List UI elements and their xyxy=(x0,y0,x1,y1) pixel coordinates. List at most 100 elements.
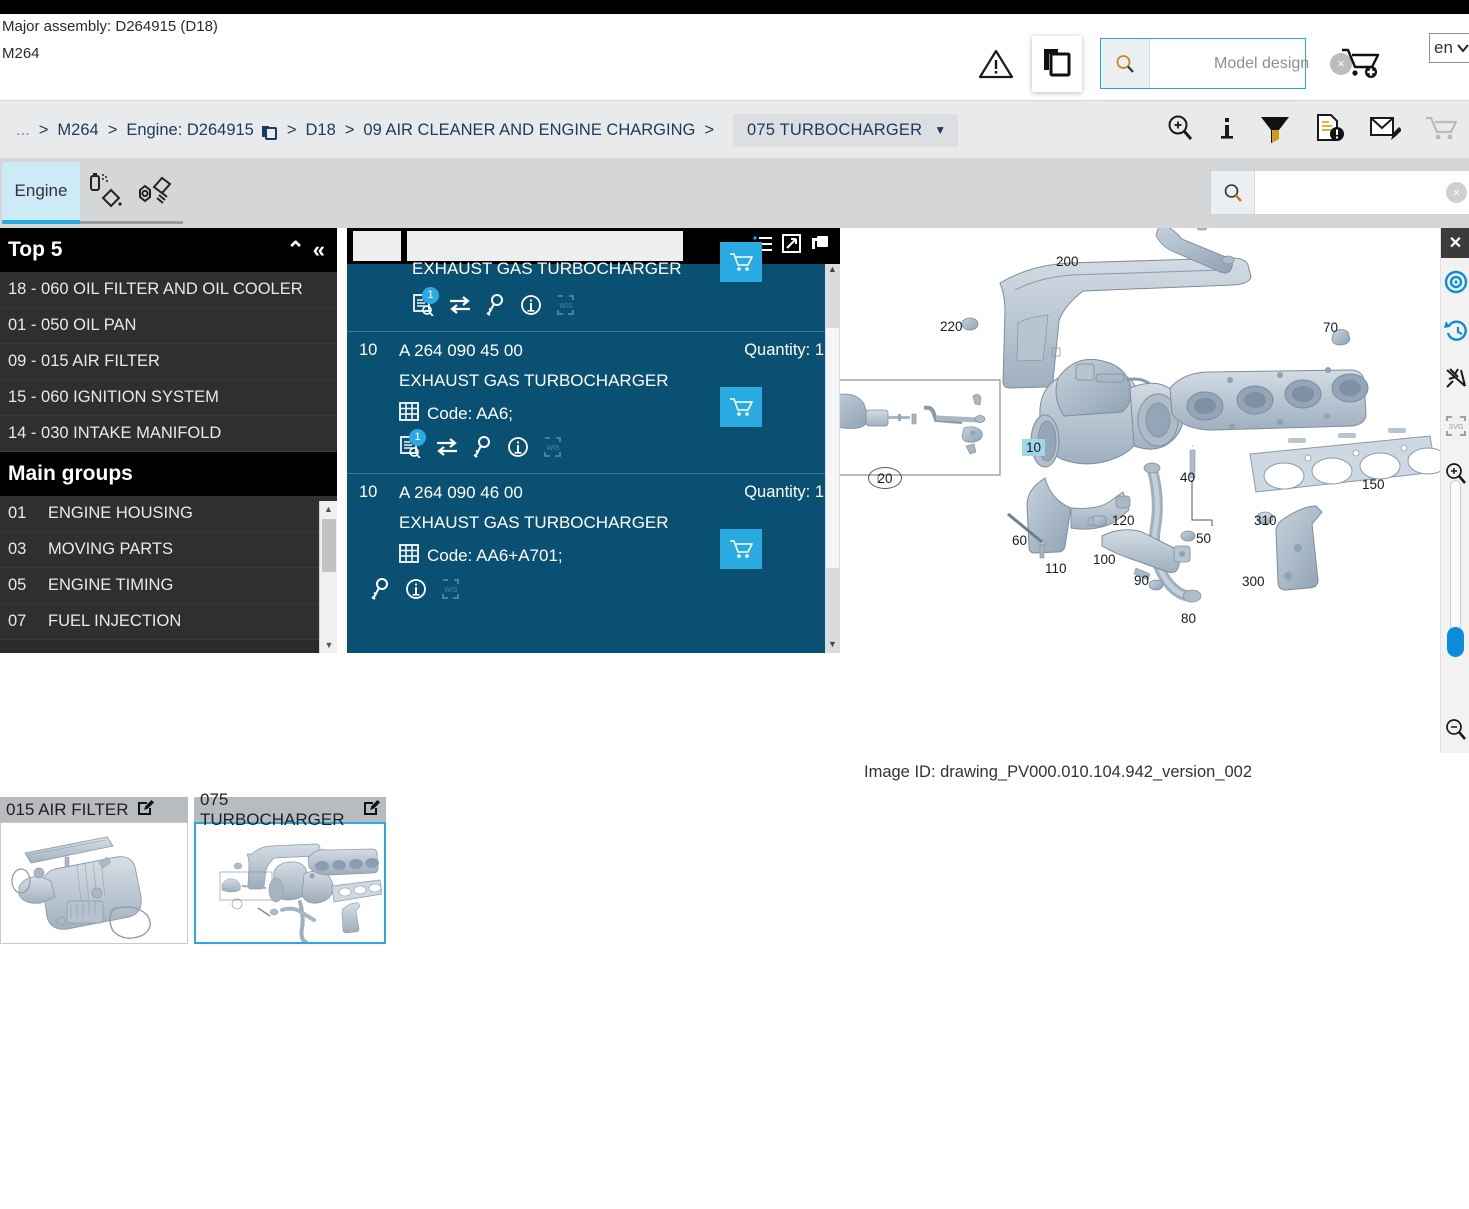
drawing-callout-110[interactable]: 110 xyxy=(1045,561,1067,576)
search-clear-button[interactable]: × xyxy=(1446,182,1467,203)
thumbnail-air-filter[interactable]: 015 AIR FILTER xyxy=(0,797,188,944)
drawing-callout-90[interactable]: 90 xyxy=(1134,573,1149,588)
scroll-up-arrow[interactable]: ▲ xyxy=(320,501,337,517)
target-focus-icon[interactable] xyxy=(1441,258,1469,306)
breadcrumb-item-engine[interactable]: Engine: D264915 xyxy=(126,121,254,140)
search-button[interactable] xyxy=(1211,171,1255,214)
model-search-input-wrap[interactable]: Model design × xyxy=(1150,39,1352,88)
tab-engine[interactable]: Engine xyxy=(2,162,80,224)
zoom-slider-handle[interactable] xyxy=(1447,627,1464,657)
drawing-callout-220[interactable]: 220 xyxy=(940,319,963,334)
history-undo-icon[interactable] xyxy=(1441,306,1469,354)
drawing-callout-120[interactable]: 120 xyxy=(1112,513,1135,528)
drawing-inset-callout-20[interactable]: 20 xyxy=(868,467,902,489)
key-search-icon[interactable] xyxy=(486,294,506,321)
zoom-slider[interactable] xyxy=(1447,480,1464,657)
sidebar-item-top5-0[interactable]: 18 - 060 OIL FILTER AND OIL COOLER xyxy=(0,272,337,308)
wis-document-icon[interactable]: WIS xyxy=(556,294,576,321)
scroll-thumb[interactable] xyxy=(826,328,839,568)
language-selector[interactable]: en xyxy=(1429,33,1469,63)
table-row[interactable]: 10 A 264 090 45 00 Quantity: 1 EXHAUST G… xyxy=(347,331,840,473)
drawing-callout-50[interactable]: 50 xyxy=(1196,531,1211,546)
paint-spray-icon[interactable] xyxy=(86,172,128,212)
svg-export-icon[interactable]: SVG xyxy=(1441,402,1469,450)
swap-arrows-icon[interactable] xyxy=(448,295,472,320)
parts-search-field[interactable]: × xyxy=(1210,170,1469,215)
technical-drawing[interactable]: 200 220 70 10 40 150 310 120 60 50 100 1… xyxy=(840,228,1469,653)
add-to-cart-button[interactable] xyxy=(720,387,762,427)
drawing-callout-200[interactable]: 200 xyxy=(1056,254,1079,269)
sidebar-item-top5-2[interactable]: 09 - 015 AIR FILTER xyxy=(0,344,337,380)
breadcrumb-item-d18[interactable]: D18 xyxy=(306,121,336,140)
drawing-callout-150[interactable]: 150 xyxy=(1362,477,1385,492)
bolt-nut-icon[interactable] xyxy=(134,172,176,212)
table-row[interactable]: EXHAUST GAS TURBOCHARGER 1 WIS xyxy=(347,242,840,331)
key-search-icon[interactable] xyxy=(473,436,493,463)
warning-triangle-icon[interactable] xyxy=(978,48,1014,80)
drawing-callout-40[interactable]: 40 xyxy=(1180,470,1195,485)
thumbnail-image-turbocharger[interactable] xyxy=(194,822,386,944)
search-input-wrap[interactable]: × xyxy=(1255,171,1469,214)
document-search-icon[interactable]: 1 xyxy=(399,429,426,463)
info-circle-icon[interactable] xyxy=(405,578,427,605)
model-designation-search[interactable]: Model design × xyxy=(1100,38,1352,89)
info-circle-icon[interactable] xyxy=(507,436,529,463)
model-search-button[interactable] xyxy=(1101,39,1150,88)
info-circle-icon[interactable] xyxy=(520,294,542,321)
sidebar-scrollbar[interactable]: ▲ ▼ xyxy=(319,501,337,653)
sidebar-item-group-03[interactable]: 03 MOVING PARTS xyxy=(0,532,337,568)
scroll-up-arrow[interactable]: ▲ xyxy=(825,264,840,278)
edit-icon[interactable] xyxy=(363,799,380,821)
mail-edit-icon[interactable] xyxy=(1369,114,1402,147)
sidebar-item-top5-4[interactable]: 14 - 030 INTAKE MANIFOLD xyxy=(0,416,337,452)
thumbnail-image-air-filter[interactable] xyxy=(0,822,188,944)
info-icon[interactable] xyxy=(1219,113,1235,148)
drawing-callout-60[interactable]: 60 xyxy=(1012,533,1027,548)
drawing-callout-70[interactable]: 70 xyxy=(1323,320,1338,335)
close-icon[interactable]: ✕ xyxy=(1441,228,1469,258)
add-to-cart-button[interactable] xyxy=(720,529,762,569)
thumbnail-turbocharger[interactable]: 075 TURBOCHARGER xyxy=(194,790,386,944)
sidebar-item-top5-1[interactable]: 01 - 050 OIL PAN xyxy=(0,308,337,344)
parts-header-cell-pos[interactable] xyxy=(353,231,401,261)
filter-funnel-icon[interactable] xyxy=(1259,113,1291,148)
key-search-icon[interactable] xyxy=(371,578,391,605)
expand-icon[interactable] xyxy=(782,234,801,258)
cart-add-icon[interactable] xyxy=(1340,44,1388,84)
collapse-up-icon[interactable]: ⌃ xyxy=(286,237,304,263)
scroll-down-arrow[interactable]: ▼ xyxy=(825,639,840,653)
cart-icon[interactable] xyxy=(1425,114,1459,147)
breadcrumb-item-m264[interactable]: M264 xyxy=(57,121,98,140)
edit-icon[interactable] xyxy=(137,799,154,821)
table-row[interactable]: 10 A 264 090 46 00 Quantity: 1 EXHAUST G… xyxy=(347,473,840,615)
collapse-left-icon[interactable]: « xyxy=(313,237,325,263)
breadcrumb-item-ellipsis[interactable]: ... xyxy=(16,121,30,140)
drawing-callout-310[interactable]: 310 xyxy=(1254,513,1277,528)
document-alert-icon[interactable] xyxy=(1315,113,1345,148)
drawing-callout-100[interactable]: 100 xyxy=(1093,552,1116,567)
parts-header-cell-filter[interactable] xyxy=(407,231,683,261)
swap-arrows-icon[interactable] xyxy=(435,437,459,462)
sidebar-item-group-05[interactable]: 05 ENGINE TIMING xyxy=(0,568,337,604)
sidebar-item-top5-3[interactable]: 15 - 060 IGNITION SYSTEM xyxy=(0,380,337,416)
sidebar-item-group-01[interactable]: 01 ENGINE HOUSING xyxy=(0,496,337,532)
scroll-down-arrow[interactable]: ▼ xyxy=(320,637,337,653)
unpin-icon[interactable] xyxy=(1441,354,1469,402)
breadcrumb-active-dropdown[interactable]: 075 TURBOCHARGER ▼ xyxy=(732,113,959,147)
add-to-cart-button[interactable] xyxy=(720,242,762,282)
wis-document-icon[interactable]: WIS xyxy=(543,436,563,463)
breadcrumb-copy-icon[interactable] xyxy=(260,123,278,141)
document-search-icon[interactable]: 1 xyxy=(412,287,439,321)
copy-documents-button[interactable] xyxy=(1032,36,1082,92)
sidebar-item-group-07[interactable]: 07 FUEL INJECTION xyxy=(0,604,337,640)
drawing-callout-80[interactable]: 80 xyxy=(1181,611,1196,626)
parts-scrollbar[interactable]: ▲ ▼ xyxy=(825,264,840,653)
breadcrumb-item-group[interactable]: 09 AIR CLEANER AND ENGINE CHARGING xyxy=(363,121,695,140)
drawing-callout-10[interactable]: 10 xyxy=(1022,439,1046,456)
drawing-callout-300[interactable]: 300 xyxy=(1242,574,1265,589)
zoom-in-icon[interactable] xyxy=(1165,113,1195,148)
scroll-thumb[interactable] xyxy=(322,519,336,572)
copy-icon[interactable] xyxy=(810,234,830,258)
zoom-out-icon[interactable] xyxy=(1441,706,1469,754)
wis-document-icon[interactable]: WIS xyxy=(441,578,461,605)
